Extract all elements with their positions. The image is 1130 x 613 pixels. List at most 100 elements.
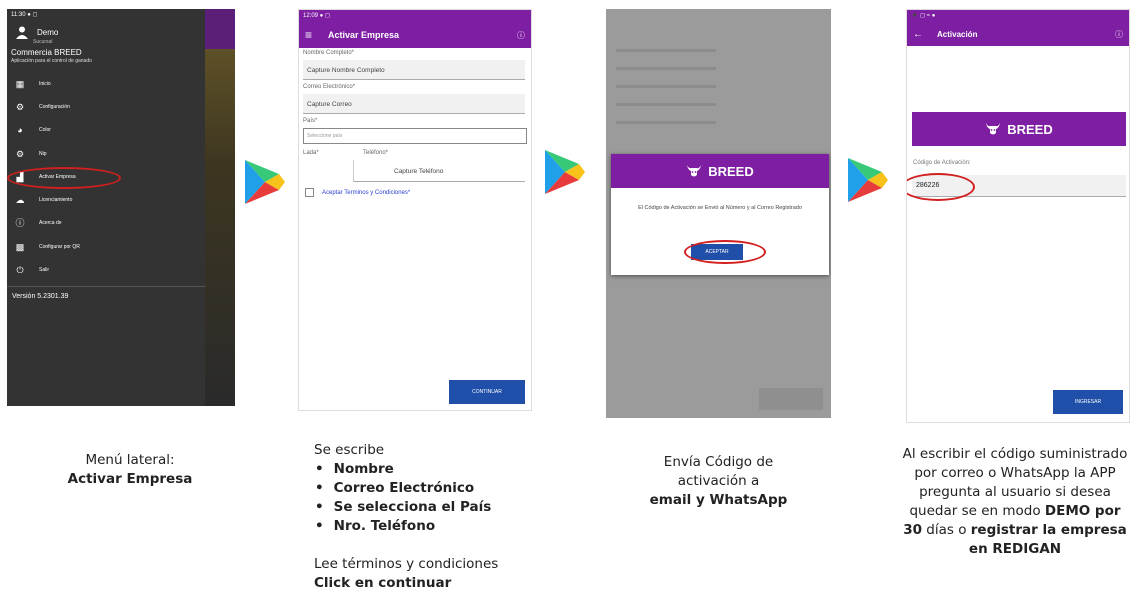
name-field[interactable]: Capture Nombre Completo — [303, 60, 525, 80]
phone-side-menu: 11:30 ● ◻ Demo Sucursal Commercia BREED … — [7, 9, 235, 406]
drawer-header: 11:30 ● ◻ Demo Sucursal Commercia BREED … — [7, 9, 205, 68]
sidebar-item-nip[interactable]: ⚙ Nip — [7, 142, 205, 165]
screen-title: Activación — [937, 29, 978, 39]
brand-banner: BREED — [912, 112, 1126, 146]
info-icon[interactable]: ⓘ — [517, 30, 525, 41]
sidebar-item-label: Inicio — [39, 80, 51, 87]
dialog-message: El Código de Activación se Envió al Núme… — [638, 205, 802, 211]
sidebar-item-inicio[interactable]: ▦ Inicio — [7, 72, 205, 95]
phone-activar-empresa: 12:09 ● ◻ ≡ Activar Empresa ⓘ Nombre Com… — [298, 9, 532, 411]
sidebar-item-label: Acerca de — [39, 220, 62, 227]
next-arrow-icon — [245, 160, 285, 204]
name-label: Nombre Completo* — [303, 50, 355, 56]
grid-icon: ▦ — [15, 78, 25, 89]
hamburger-menu-icon[interactable]: ≡ — [305, 28, 312, 42]
screen-title: Activar Empresa — [328, 30, 400, 40]
navigation-drawer: 11:30 ● ◻ Demo Sucursal Commercia BREED … — [7, 9, 205, 406]
dimmed-background — [616, 49, 716, 139]
status-time: 11:30 — [11, 12, 26, 18]
caption-bold-text: Activar Empresa — [67, 471, 193, 487]
app-name: Commercia BREED — [11, 48, 82, 57]
back-arrow-icon[interactable]: ← — [913, 29, 923, 40]
sidebar-item-label: Configurar por QR — [39, 243, 80, 250]
sidebar-item-label: Licenciamiento — [39, 197, 73, 204]
dialog-header: BREED — [611, 154, 829, 188]
caption-text: Envía Código de — [663, 454, 774, 470]
status-bar: 11:30 ● ◻ — [11, 12, 38, 18]
tutorial-canvas: 11:30 ● ◻ Demo Sucursal Commercia BREED … — [0, 0, 1130, 613]
highlight-oval — [684, 240, 766, 264]
caption-text: Menú lateral: — [85, 452, 175, 468]
sidebar-item-configurar-por-qr[interactable]: ▩ Configurar por QR — [7, 235, 205, 258]
sidebar-item-acerca-de[interactable]: ⓘ Acerca de — [7, 212, 205, 235]
bullet-item: Nombre — [314, 460, 554, 479]
bullet-item: Nro. Teléfono — [314, 517, 554, 536]
qr-icon: ▩ — [15, 241, 25, 252]
caption-bold-text: Click en continuar — [314, 575, 452, 591]
dimmed-button — [759, 388, 823, 410]
highlight-oval — [7, 167, 121, 189]
app-subtitle: Aplicación para el control de ganado — [11, 58, 92, 64]
submit-button[interactable]: INGRESAR — [1053, 390, 1123, 414]
palette-icon: ◕ — [17, 125, 23, 136]
banner-brand: BREED — [1007, 121, 1053, 137]
phone-code-sent-dialog: BREED El Código de Activación se Envió a… — [606, 9, 831, 418]
sidebar-item-label: Color — [39, 127, 51, 134]
user-row[interactable]: Demo — [11, 25, 201, 39]
sidebar-item-label: Configuración — [39, 103, 70, 110]
gear-icon: ⚙ — [15, 101, 25, 112]
phone-label: Teléfono* — [363, 150, 389, 156]
user-icon — [16, 26, 28, 39]
info-icon: ⓘ — [15, 218, 25, 229]
gear-icon: ⚙ — [15, 148, 25, 159]
caption-bullet-list: Nombre Correo Electrónico Se selecciona … — [314, 460, 554, 536]
continue-button[interactable]: CONTINUAR — [449, 380, 525, 404]
sidebar-item-configuraci-n[interactable]: ⚙ Configuración — [7, 95, 205, 118]
caption-step-4: Al escribir el código suministrado por c… — [900, 445, 1130, 559]
power-icon: ⏻ — [16, 265, 24, 276]
country-select[interactable]: Seleccione país — [303, 128, 527, 144]
bull-logo-icon — [687, 165, 702, 177]
lada-label: Lada* — [303, 150, 319, 156]
sidebar-item-licenciamiento[interactable]: ☁ Licenciamiento — [7, 188, 205, 211]
next-arrow-icon — [848, 158, 888, 202]
info-icon[interactable]: ⓘ — [1115, 29, 1123, 40]
caption-text: Se escribe — [314, 442, 385, 458]
app-header: ◾ ◻ ≈ ● ← Activación ⓘ — [907, 10, 1129, 46]
caption-text: activación a — [677, 473, 760, 489]
bull-logo-icon — [986, 123, 1001, 135]
lada-field[interactable] — [303, 160, 353, 182]
email-label: Correo Electrónico* — [303, 84, 356, 90]
caption-bold-text: email y WhatsApp — [649, 492, 788, 508]
sidebar-item-label: Salir — [39, 267, 50, 274]
code-label: Código de Activación: — [913, 160, 971, 166]
user-branch: Sucursal — [33, 39, 53, 45]
caption-step-1: Menú lateral: Activar Empresa — [40, 451, 220, 489]
caption-step-3: Envía Código de activación a email y Wha… — [626, 453, 811, 510]
phone-field[interactable]: Capture Teléfono — [353, 160, 525, 182]
sidebar-item-label: Nip — [39, 150, 47, 157]
status-bar: ◾ ◻ ≈ ● — [911, 13, 936, 19]
app-version: Versión 5.2301.39 — [7, 285, 205, 306]
next-arrow-icon — [545, 150, 585, 194]
status-bar: 12:09 ● ◻ — [303, 13, 330, 19]
sidebar-item-salir[interactable]: ⏻ Salir — [7, 258, 205, 281]
terms-checkbox[interactable] — [305, 188, 314, 197]
sidebar-item-color[interactable]: ◕ Color — [7, 119, 205, 142]
background-app-strip — [205, 9, 235, 406]
cloud-icon: ☁ — [15, 195, 25, 206]
country-label: País* — [303, 118, 318, 124]
caption-step-2: Se escribe Nombre Correo Electrónico Se … — [314, 441, 554, 593]
phone-activation: ◾ ◻ ≈ ● ← Activación ⓘ BREED Código de A… — [906, 9, 1130, 423]
bullet-item: Se selecciona el País — [314, 498, 554, 517]
dialog-brand: BREED — [708, 163, 754, 179]
caption-text: Lee términos y condiciones — [314, 556, 499, 572]
email-field[interactable]: Capture Correo — [303, 94, 525, 114]
bullet-item: Correo Electrónico — [314, 479, 554, 498]
app-header: 12:09 ● ◻ ≡ Activar Empresa ⓘ — [299, 10, 531, 48]
confirmation-dialog: BREED El Código de Activación se Envió a… — [611, 154, 829, 275]
caption-text: días o — [922, 522, 971, 538]
user-name: Demo — [37, 27, 59, 37]
terms-link[interactable]: Aceptar Terminos y Condiciones* — [322, 190, 410, 196]
status-time: 12:09 — [303, 13, 319, 19]
